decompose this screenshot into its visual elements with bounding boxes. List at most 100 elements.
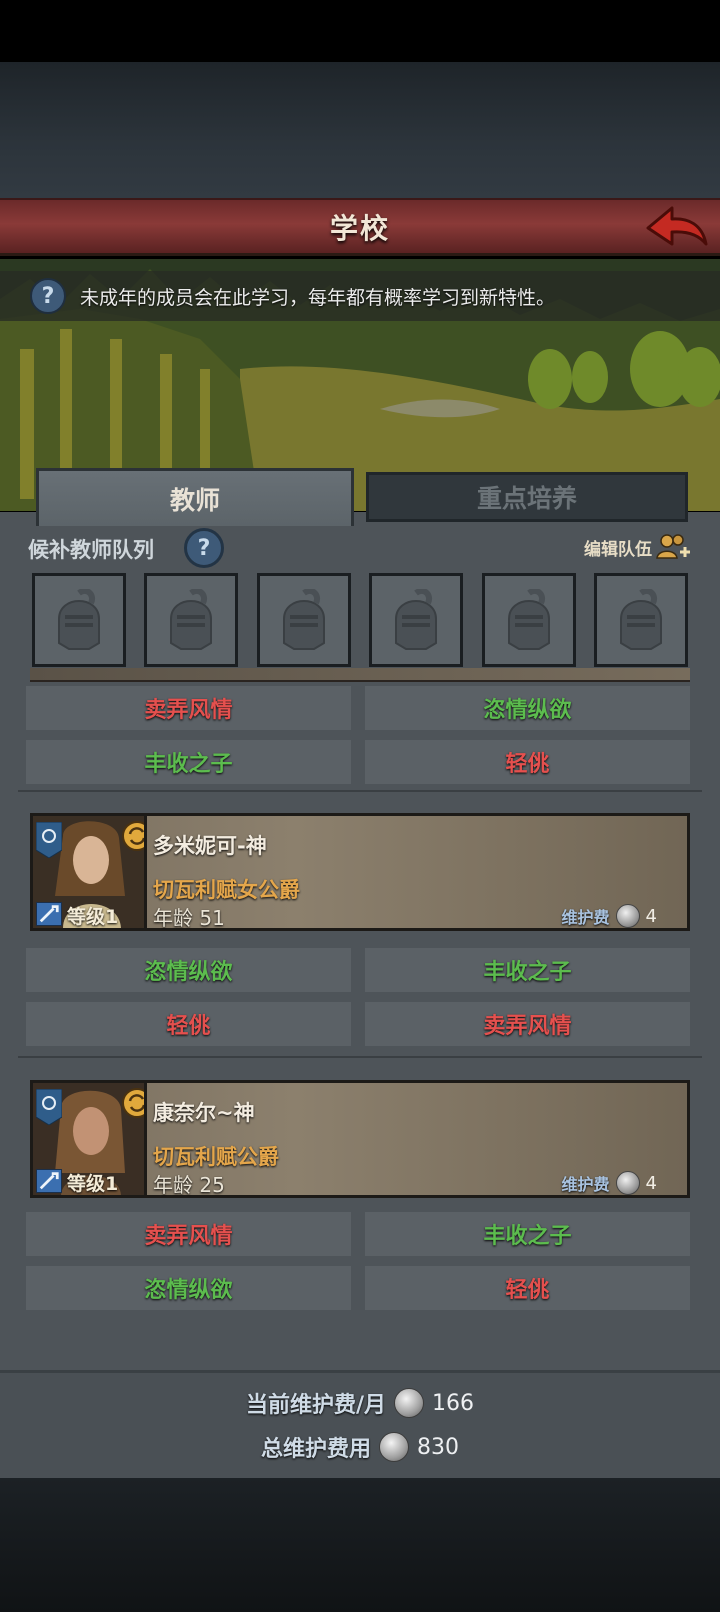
- silver-coin-icon: [394, 1388, 425, 1418]
- edit-team-button[interactable]: 编辑队伍: [584, 532, 690, 562]
- group-divider: [18, 1056, 702, 1058]
- faction-badge-icon: [36, 1089, 62, 1125]
- member-age: 年龄 25: [153, 1169, 225, 1198]
- silver-coin-icon: [615, 904, 640, 928]
- trait-label: 恣情纵欲: [483, 698, 572, 723]
- trait-item[interactable]: 轻佻: [26, 1002, 351, 1046]
- member-card[interactable]: 等级1 康奈尔~神 切瓦利赋公爵 年龄 25 维护费 4: [30, 1080, 690, 1198]
- member-age: 年龄 51: [153, 902, 225, 931]
- tab-focus-training-label: 重点培养: [476, 484, 577, 513]
- empty-teacher-slot[interactable]: [481, 573, 576, 667]
- trait-label: 卖弄风情: [483, 1014, 572, 1039]
- member-card-partial: [30, 668, 690, 682]
- helmet-placeholder-icon: [395, 589, 438, 650]
- trait-item[interactable]: 轻佻: [365, 740, 690, 784]
- trait-label: 轻佻: [505, 1278, 550, 1303]
- trait-label: 丰收之子: [144, 752, 233, 777]
- trait-item[interactable]: 卖弄风情: [26, 686, 351, 730]
- trait-item[interactable]: 卖弄风情: [365, 1002, 690, 1046]
- silver-coin-icon: [615, 1171, 640, 1195]
- monthly-upkeep-value: 166: [432, 1390, 475, 1416]
- helmet-placeholder-icon: [58, 589, 100, 650]
- tab-focus-training[interactable]: 重点培养: [366, 472, 688, 522]
- monthly-upkeep-label: 当前维护费/月: [245, 1393, 387, 1418]
- status-bar-area: [0, 0, 720, 62]
- trait-label: 轻佻: [166, 1014, 211, 1039]
- back-arrow-icon: [646, 206, 708, 246]
- age-value: 25: [199, 1173, 225, 1197]
- bottom-backdrop: [0, 1478, 720, 1612]
- upkeep: 维护费 4: [562, 1171, 657, 1195]
- trait-grid: 卖弄风情 丰收之子 恣情纵欲 轻佻: [26, 1212, 690, 1310]
- upkeep-label: 维护费: [561, 908, 610, 927]
- trait-item[interactable]: 丰收之子: [26, 740, 351, 784]
- empty-teacher-slot[interactable]: [144, 573, 239, 667]
- monthly-upkeep-row: 当前维护费/月 166: [0, 1387, 720, 1419]
- team-edit-icon: [656, 534, 690, 559]
- silver-coin-icon: [379, 1432, 409, 1462]
- tab-teachers[interactable]: 教师: [36, 468, 354, 526]
- trait-label: 卖弄风情: [144, 698, 233, 723]
- total-upkeep-row: 总维护费用 830: [0, 1431, 720, 1463]
- swap-icon[interactable]: [121, 820, 147, 852]
- page-title: 学校: [329, 211, 390, 245]
- sword-class-icon: [36, 902, 62, 926]
- trait-grid: 恣情纵欲 丰收之子 轻佻 卖弄风情: [26, 948, 690, 1046]
- trait-label: 丰收之子: [483, 960, 572, 985]
- trait-label: 恣情纵欲: [144, 960, 233, 985]
- empty-teacher-slot[interactable]: [369, 573, 464, 667]
- member-card[interactable]: 等级1 多米妮可-神 切瓦利赋女公爵 年龄 51 维护费 4: [30, 813, 690, 931]
- upkeep-value: 4: [645, 1172, 657, 1194]
- trait-label: 丰收之子: [483, 1224, 572, 1249]
- trait-item[interactable]: 卖弄风情: [26, 1212, 351, 1256]
- trait-label: 轻佻: [505, 752, 550, 777]
- total-upkeep-label: 总维护费用: [260, 1437, 371, 1462]
- teacher-slot-row: [32, 573, 688, 667]
- member-portrait: 等级1: [33, 1083, 147, 1195]
- member-name: 多米妮可-神: [153, 834, 267, 858]
- helmet-placeholder-icon: [619, 589, 662, 650]
- trait-label: 恣情纵欲: [144, 1278, 233, 1303]
- upkeep-label: 维护费: [561, 1175, 610, 1194]
- helmet-placeholder-icon: [170, 589, 213, 650]
- info-text: 未成年的成员会在此学习，每年都有概率学习到新特性。: [80, 286, 556, 309]
- group-divider: [18, 790, 702, 792]
- upkeep: 维护费 4: [562, 904, 657, 928]
- top-backdrop: [0, 62, 720, 198]
- faction-badge-icon: [36, 822, 62, 858]
- helmet-placeholder-icon: [282, 589, 325, 650]
- tab-teachers-label: 教师: [169, 485, 220, 515]
- back-button[interactable]: [644, 204, 710, 252]
- trait-grid: 卖弄风情 恣情纵欲 丰收之子 轻佻: [26, 686, 690, 784]
- trait-item[interactable]: 恣情纵欲: [365, 686, 690, 730]
- trait-item[interactable]: 恣情纵欲: [26, 948, 351, 992]
- sword-class-icon: [36, 1169, 62, 1193]
- teacher-list[interactable]: 卖弄风情 恣情纵欲 丰收之子 轻佻 等级1 多米妮可-神 切瓦利赋女公爵 年龄 …: [18, 668, 702, 1358]
- member-title: 切瓦利赋公爵: [153, 1145, 279, 1169]
- member-name: 康奈尔~神: [153, 1101, 255, 1125]
- edit-team-label: 编辑队伍: [584, 539, 652, 560]
- level-label: 等级1: [67, 906, 119, 928]
- help-icon[interactable]: ?: [30, 278, 66, 314]
- trait-item[interactable]: 轻佻: [365, 1266, 690, 1310]
- trait-item[interactable]: 丰收之子: [365, 948, 690, 992]
- empty-teacher-slot[interactable]: [593, 573, 688, 667]
- queue-label: 候补教师队列: [28, 538, 154, 562]
- upkeep-value: 4: [645, 905, 657, 927]
- member-portrait: 等级1: [33, 816, 147, 928]
- trait-item[interactable]: 丰收之子: [365, 1212, 690, 1256]
- age-label: 年龄: [153, 1173, 193, 1197]
- level-label: 等级1: [67, 1173, 119, 1195]
- swap-icon[interactable]: [121, 1087, 147, 1119]
- queue-help-icon[interactable]: ?: [184, 528, 224, 568]
- total-upkeep-value: 830: [417, 1434, 459, 1460]
- empty-teacher-slot[interactable]: [32, 573, 126, 667]
- age-value: 51: [199, 906, 225, 930]
- empty-teacher-slot[interactable]: [256, 573, 351, 667]
- member-title: 切瓦利赋女公爵: [153, 878, 300, 902]
- screen-header: 学校: [0, 198, 720, 256]
- helmet-placeholder-icon: [507, 589, 550, 650]
- upkeep-footer: 当前维护费/月 166 总维护费用 830: [0, 1370, 720, 1478]
- trait-item[interactable]: 恣情纵欲: [26, 1266, 351, 1310]
- age-label: 年龄: [153, 906, 193, 930]
